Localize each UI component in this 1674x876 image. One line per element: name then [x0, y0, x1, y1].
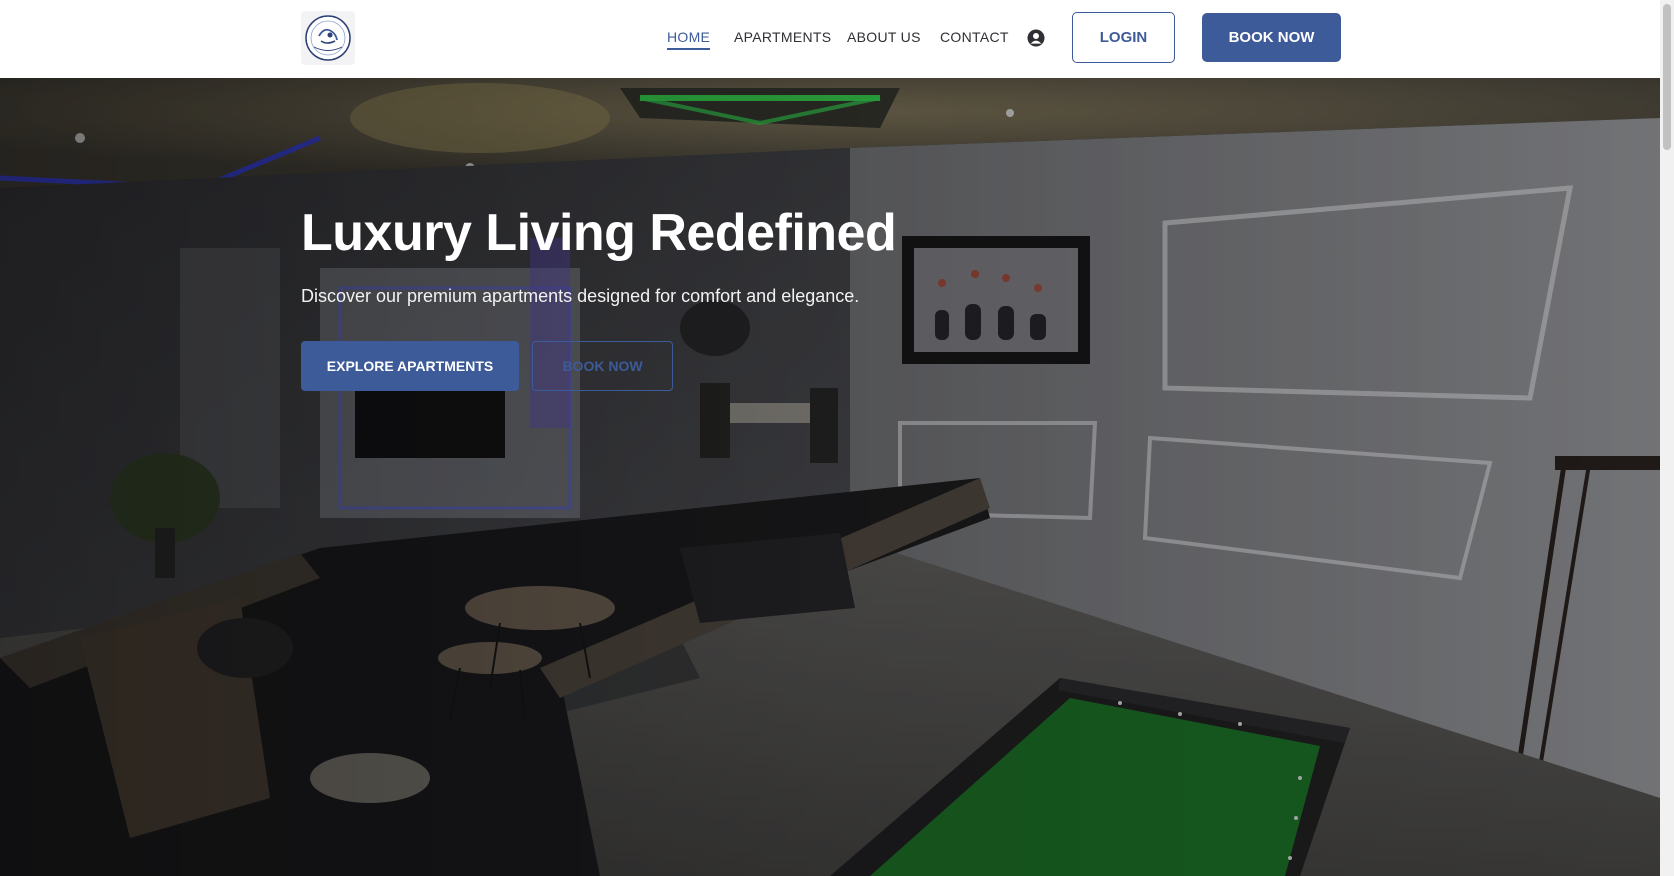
- hero-background-image: [0, 78, 1660, 876]
- scrollbar-thumb[interactable]: [1663, 4, 1671, 150]
- nav-about-us[interactable]: ABOUT US: [847, 29, 921, 45]
- user-circle-icon[interactable]: [1027, 29, 1045, 47]
- login-button[interactable]: LOGIN: [1072, 12, 1175, 63]
- hero-section: Luxury Living Redefined Discover our pre…: [0, 78, 1660, 876]
- brand-logo[interactable]: [301, 11, 355, 65]
- site-header: HOME APARTMENTS ABOUT US CONTACT LOGIN B…: [0, 0, 1660, 78]
- nav-apartments[interactable]: APARTMENTS: [734, 29, 831, 45]
- logo-emblem-icon: [305, 15, 351, 61]
- nav-contact[interactable]: CONTACT: [940, 29, 1009, 45]
- hero-subtitle: Discover our premium apartments designed…: [301, 286, 860, 306]
- page-scrollbar[interactable]: [1660, 0, 1674, 876]
- book-now-button[interactable]: BOOK NOW: [1202, 13, 1341, 62]
- hero-title: Luxury Living Redefined: [301, 204, 897, 262]
- nav-home[interactable]: HOME: [667, 29, 711, 50]
- hero-book-now-button[interactable]: BOOK NOW: [532, 341, 673, 391]
- explore-apartments-button[interactable]: EXPLORE APARTMENTS: [301, 341, 519, 391]
